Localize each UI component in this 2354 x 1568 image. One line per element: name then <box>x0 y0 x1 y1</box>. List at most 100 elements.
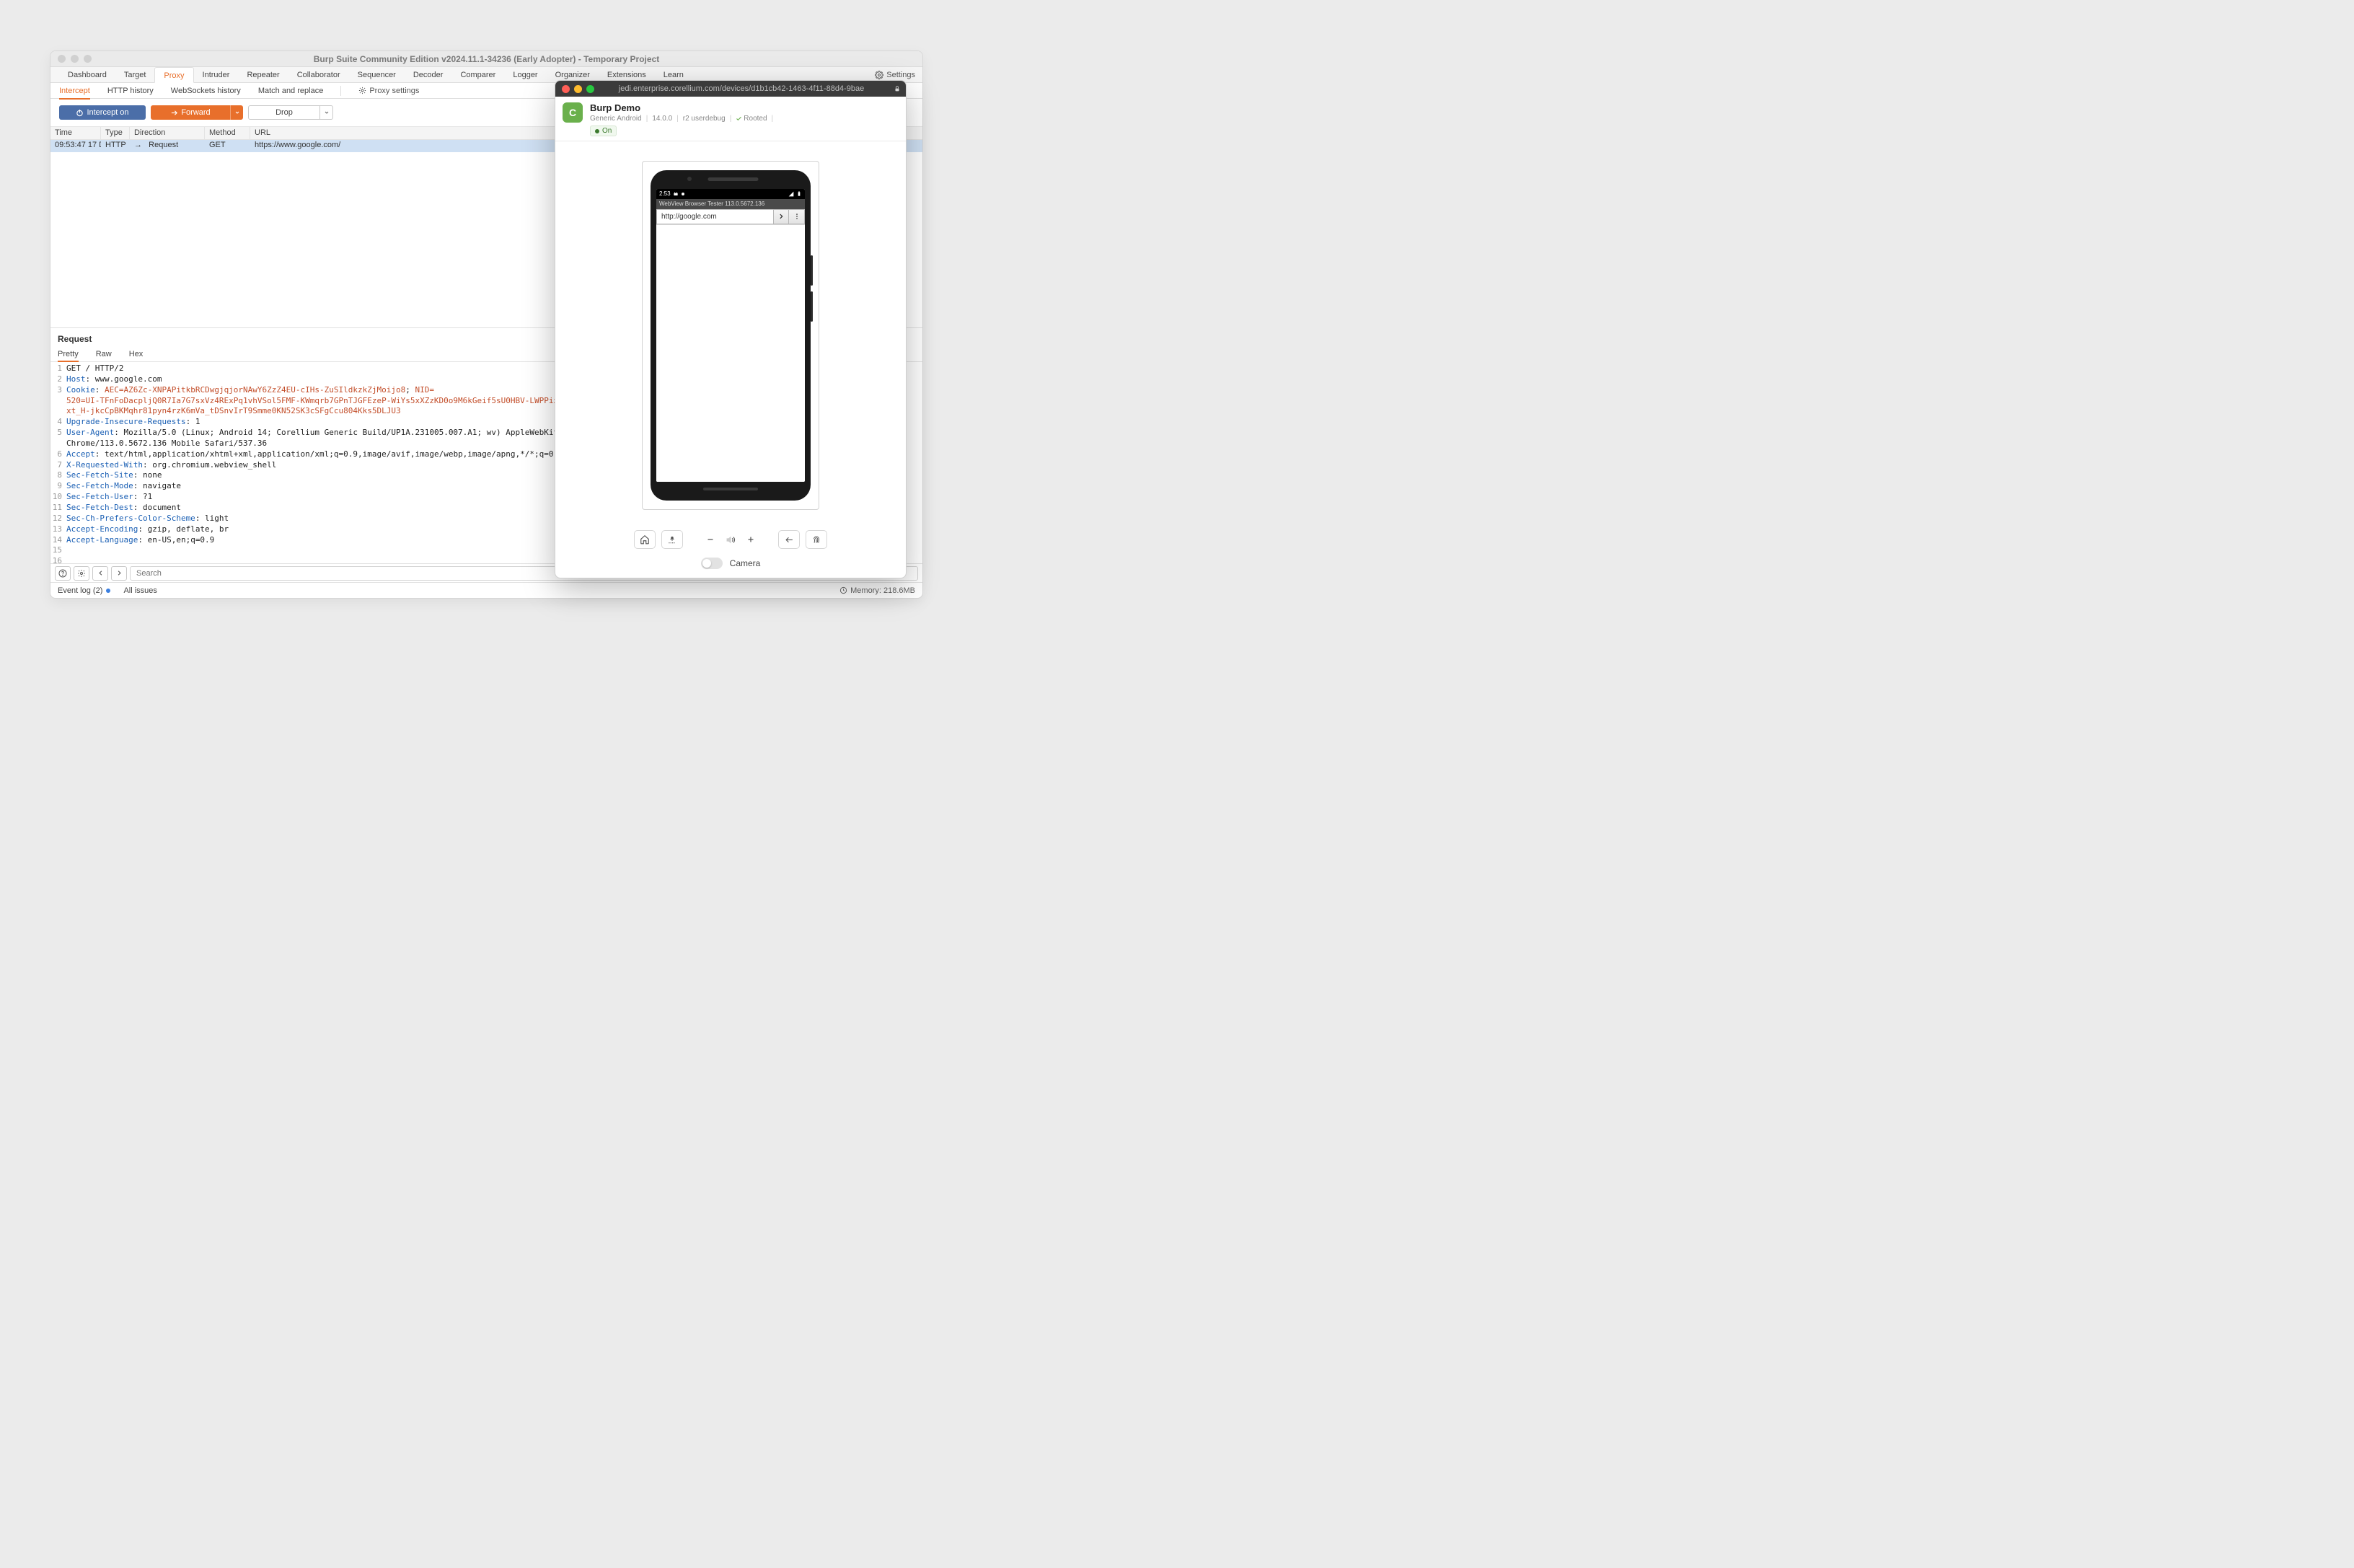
sub-tab-websockets-history[interactable]: WebSockets history <box>171 83 241 99</box>
device-frame: 2:53 WebView Browser Tester 113.0.5672.1… <box>642 161 819 510</box>
fingerprint-button[interactable] <box>806 530 827 549</box>
main-tab-target[interactable]: Target <box>115 67 155 83</box>
camera-label: Camera <box>730 558 761 568</box>
status-dot-icon <box>595 129 599 133</box>
sub-tab-http-history[interactable]: HTTP history <box>107 83 154 99</box>
main-tab-collaborator[interactable]: Collaborator <box>288 67 349 83</box>
volume-icon-button[interactable] <box>723 530 738 549</box>
device-controls <box>555 526 906 552</box>
all-issues-link[interactable]: All issues <box>123 586 157 595</box>
settings-label: Settings <box>886 71 915 79</box>
intercept-toggle-button[interactable]: Intercept on <box>59 105 146 120</box>
volume-down-button[interactable] <box>703 530 718 549</box>
main-tab-sequencer[interactable]: Sequencer <box>349 67 405 83</box>
snapshot-button[interactable] <box>661 530 683 549</box>
device-meta: Generic Android| 14.0.0| r2 userdebug| R… <box>590 115 773 123</box>
device-status-badge: On <box>590 125 617 136</box>
event-log-link[interactable]: Event log (2) <box>58 586 110 595</box>
cell-method: GET <box>205 140 250 152</box>
status-time: 2:53 <box>659 190 671 197</box>
arrow-left-icon <box>785 535 794 545</box>
grid-col-method[interactable]: Method <box>205 127 250 139</box>
main-tab-repeater[interactable]: Repeater <box>238 67 288 83</box>
plus-icon <box>746 535 755 544</box>
forward-dropdown[interactable] <box>230 105 243 120</box>
phone-mock[interactable]: 2:53 WebView Browser Tester 113.0.5672.1… <box>651 170 811 501</box>
chevron-down-icon <box>234 110 240 115</box>
forward-button[interactable]: Forward <box>151 105 230 120</box>
phone-side-button <box>811 255 813 286</box>
main-tab-proxy[interactable]: Proxy <box>154 67 193 83</box>
cell-time: 09:53:47 17 D... <box>50 140 101 152</box>
forward-button-group: Forward <box>151 105 243 120</box>
notification-dot-icon <box>106 589 110 593</box>
volume-up-button[interactable] <box>744 530 758 549</box>
debug-icon <box>673 191 679 197</box>
lock-icon <box>889 85 906 92</box>
grid-col-type[interactable]: Type <box>101 127 130 139</box>
device-title: Burp Demo <box>590 102 773 113</box>
upload-icon <box>667 534 677 545</box>
req-tab-pretty[interactable]: Pretty <box>58 347 79 361</box>
arrow-right-icon <box>170 109 178 117</box>
main-tab-comparer[interactable]: Comparer <box>451 67 504 83</box>
traffic-min-icon[interactable] <box>574 85 582 93</box>
webview-content[interactable] <box>656 225 805 482</box>
signal-icon <box>788 191 794 197</box>
main-tab-intruder[interactable]: Intruder <box>194 67 239 83</box>
next-button[interactable] <box>111 566 127 581</box>
intercept-label: Intercept on <box>87 108 128 117</box>
phone-camera-icon <box>687 177 692 181</box>
fingerprint-icon <box>811 534 821 545</box>
prev-button[interactable] <box>92 566 108 581</box>
memory-indicator: Memory: 218.6MB <box>839 586 915 595</box>
main-tab-dashboard[interactable]: Dashboard <box>59 67 115 83</box>
battery-icon <box>796 191 802 197</box>
grid-col-time[interactable]: Time <box>50 127 101 139</box>
grid-col-direction[interactable]: Direction <box>130 127 205 139</box>
back-button[interactable] <box>778 530 800 549</box>
home-pill-icon <box>703 488 758 490</box>
url-bar: http://google.com <box>656 209 805 225</box>
config-button[interactable] <box>74 566 89 581</box>
corellium-window: jedi.enterprise.corellium.com/devices/d1… <box>555 80 907 578</box>
window-title: Burp Suite Community Edition v2024.11.1-… <box>50 54 922 64</box>
sub-tab-match-and-replace[interactable]: Match and replace <box>258 83 324 99</box>
drop-button[interactable]: Drop <box>248 105 320 120</box>
chevron-right-icon <box>777 213 785 220</box>
forward-label: Forward <box>181 108 210 117</box>
corel-traffic-lights <box>555 85 594 93</box>
url-go-button[interactable] <box>773 209 789 224</box>
drop-dropdown[interactable] <box>320 105 333 120</box>
status-bar: Event log (2) All issues Memory: 218.6MB <box>50 582 922 598</box>
chevron-down-icon <box>324 110 330 115</box>
corel-titlebar: jedi.enterprise.corellium.com/devices/d1… <box>555 81 906 97</box>
main-tab-decoder[interactable]: Decoder <box>405 67 452 83</box>
sub-tab-intercept[interactable]: Intercept <box>59 83 90 99</box>
camera-toggle[interactable] <box>701 558 723 569</box>
camera-row: Camera <box>555 552 906 578</box>
phone-speaker-icon <box>708 177 759 181</box>
corel-address: jedi.enterprise.corellium.com/devices/d1… <box>594 84 889 93</box>
url-input[interactable]: http://google.com <box>656 209 773 224</box>
proxy-settings-link[interactable]: Proxy settings <box>358 87 419 95</box>
power-icon <box>76 109 84 117</box>
phone-side-button <box>811 291 813 322</box>
home-button[interactable] <box>634 530 656 549</box>
help-button[interactable] <box>55 566 71 581</box>
drop-label: Drop <box>275 108 293 117</box>
device-stage: 2:53 WebView Browser Tester 113.0.5672.1… <box>555 141 906 526</box>
arrow-left-icon <box>97 569 105 577</box>
url-menu-button[interactable] <box>789 209 805 224</box>
minus-icon <box>706 535 715 544</box>
traffic-max-icon[interactable] <box>586 85 594 93</box>
req-tab-raw[interactable]: Raw <box>96 347 112 361</box>
traffic-close-icon[interactable] <box>562 85 570 93</box>
req-tab-hex[interactable]: Hex <box>129 347 144 361</box>
check-icon <box>736 115 742 122</box>
phone-screen[interactable]: 2:53 WebView Browser Tester 113.0.5672.1… <box>656 189 805 482</box>
main-tab-logger[interactable]: Logger <box>504 67 546 83</box>
volume-icon <box>726 535 736 545</box>
more-vertical-icon <box>793 213 801 220</box>
drop-button-group: Drop <box>248 105 333 120</box>
